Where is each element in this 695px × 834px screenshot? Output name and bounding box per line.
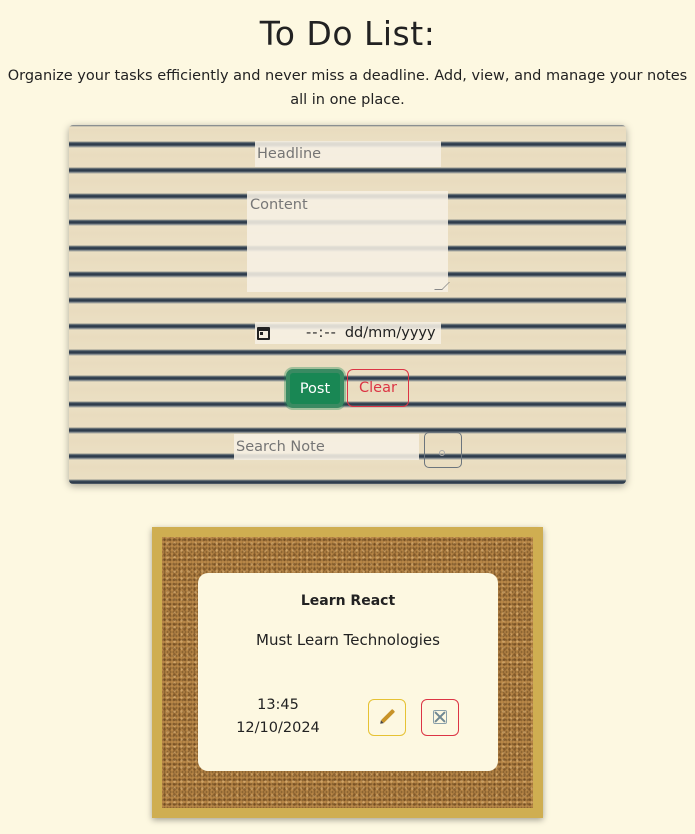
note-time: 13:45 bbox=[257, 697, 299, 713]
delete-note-button[interactable] bbox=[421, 699, 459, 736]
pencil-icon bbox=[380, 708, 396, 724]
content-placeholder: Content bbox=[250, 197, 308, 213]
note-card: Learn React Must Learn Technologies 13:4… bbox=[198, 573, 498, 771]
note-title: Learn React bbox=[300, 593, 396, 609]
note-content: Must Learn Technologies bbox=[256, 631, 440, 649]
search-button[interactable] bbox=[424, 432, 462, 468]
headline-input[interactable] bbox=[255, 141, 441, 167]
search-input[interactable] bbox=[234, 434, 419, 460]
note-form-card: Content --:-- dd/mm/yyyy Post Clear bbox=[69, 125, 626, 484]
page-subtitle: Organize your tasks efficiently and neve… bbox=[7, 68, 688, 108]
edit-note-button[interactable] bbox=[368, 699, 406, 736]
datetime-input[interactable]: --:-- dd/mm/yyyy bbox=[255, 322, 441, 344]
clear-button[interactable]: Clear bbox=[347, 369, 409, 407]
datetime-time-placeholder: --:-- bbox=[306, 325, 337, 341]
page-title: To Do List: bbox=[259, 14, 436, 53]
cork-board: Learn React Must Learn Technologies 13:4… bbox=[152, 527, 543, 818]
post-button[interactable]: Post bbox=[286, 369, 344, 408]
datetime-date-placeholder: dd/mm/yyyy bbox=[344, 325, 436, 341]
calendar-icon[interactable] bbox=[257, 326, 270, 340]
note-date: 12/10/2024 bbox=[236, 720, 320, 736]
resize-handle[interactable] bbox=[434, 282, 450, 290]
search-icon bbox=[439, 450, 445, 456]
close-icon bbox=[433, 710, 447, 724]
content-textarea[interactable]: Content bbox=[247, 191, 450, 292]
